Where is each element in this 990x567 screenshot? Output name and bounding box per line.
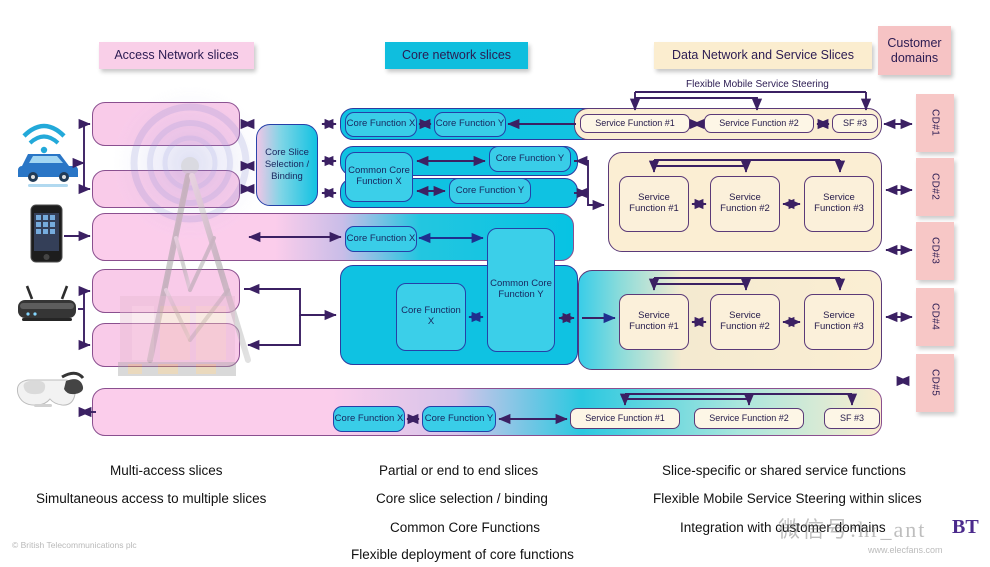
service-function-3-b: Service Function #3 [804,294,874,350]
caption-core-2-text: Core slice selection / binding [376,491,548,506]
service-function-1-bottom: Service Function #1 [570,408,680,429]
watermark-sub-text: www.elecfans.com [868,545,943,555]
router-icon [18,285,76,321]
sf2-bottom-label: Service Function #2 [709,413,789,424]
caption-core-4-text: Flexible deployment of core functions [351,547,574,562]
core-function-y-label-2: Core Function Y [495,152,565,164]
steering-text: Flexible Mobile Service Steering [686,79,829,90]
caption-core-2: Core slice selection / binding [376,491,548,506]
access-slice-row-5 [92,323,240,367]
copyright-text: © British Telecommunications plc [12,540,137,550]
core-function-x-label-4: Core Function X [334,412,404,424]
caption-core-3: Common Core Functions [390,520,540,535]
header-data-label: Data Network and Service Slices [671,48,855,63]
sf3-top-label: SF #3 [842,118,867,129]
customer-domain-1: CD#1 [916,94,954,152]
common-core-function-y-label: Common Core Function Y [490,278,552,300]
header-access-network-slices: Access Network slices [99,42,254,69]
header-access-label: Access Network slices [114,48,239,63]
sf3-b-label: Service Function #3 [814,310,864,332]
core-function-x-3: Core Function X [396,283,466,351]
caption-core-1-text: Partial or end to end slices [379,463,539,478]
caption-core-3-text: Common Core Functions [390,520,541,535]
copyright-notice: © British Telecommunications plc [12,540,137,550]
access-slice-row-2 [92,170,240,208]
caption-data-2: Flexible Mobile Service Steering within … [653,491,922,506]
sf2-a-label: Service Function #2 [720,192,770,214]
core-function-y-label-3: Core Function Y [455,184,525,196]
service-function-3-top: SF #3 [832,114,878,133]
watermark: 微信号:hr_ant [778,512,926,544]
cd2-label: CD#2 [929,173,941,201]
core-function-x-label-3: Core Function X [401,305,461,327]
vr-headset-icon [17,371,85,407]
sf1-top-label: Service Function #1 [595,118,675,129]
core-function-x-label-2: Core Function X [346,232,416,244]
common-core-function-x: Common Core Function X [345,152,413,202]
header-core-network-slices: Core network slices [385,42,528,69]
core-function-x-1: Core Function X [345,112,417,137]
common-core-function-x-label: Common Core Function X [348,165,410,187]
bt-logo-text: BT [952,516,979,538]
connected-car-icon [18,123,78,187]
service-function-3-bottom: SF #3 [824,408,880,429]
core-slice-selection-label: Core Slice Selection / Binding [264,147,310,182]
core-function-y-3: Core Function Y [449,178,531,204]
cd5-label: CD#5 [929,369,941,397]
core-function-x-4: Core Function X [333,406,405,432]
sf1-bottom-label: Service Function #1 [585,413,665,424]
caption-access-1: Multi-access slices [110,463,223,478]
core-function-y-4: Core Function Y [422,406,496,432]
customer-domain-3: CD#3 [916,222,954,280]
watermark-text: 微信号:hr_ant [778,517,927,542]
core-slice-selection-binding: Core Slice Selection / Binding [256,124,318,206]
caption-core-4: Flexible deployment of core functions [351,547,574,562]
cd4-label: CD#4 [929,303,941,331]
customer-domain-5: CD#5 [916,354,954,412]
sf2-b-label: Service Function #2 [720,310,770,332]
bt-logo: BT [952,516,979,539]
service-function-1-a: Service Function #1 [619,176,689,232]
caption-data-1-text: Slice-specific or shared service functio… [662,463,906,478]
sf1-b-label: Service Function #1 [629,310,679,332]
sf3-a-label: Service Function #3 [814,192,864,214]
core-function-y-2: Core Function Y [489,146,571,172]
service-function-3-a: Service Function #3 [804,176,874,232]
cd3-label: CD#3 [929,237,941,265]
caption-access-2-text: Simultaneous access to multiple slices [36,491,267,506]
header-customer-domains: Customer domains [878,26,951,75]
customer-domain-4: CD#4 [916,288,954,346]
core-function-x-2: Core Function X [345,226,417,252]
common-core-function-y: Common Core Function Y [487,228,555,352]
core-function-x-label: Core Function X [346,118,416,130]
sf3-bottom-label: SF #3 [839,413,864,424]
service-function-2-a: Service Function #2 [710,176,780,232]
sf2-top-label: Service Function #2 [719,118,799,129]
core-function-y-label: Core Function Y [435,118,505,130]
header-customer-label: Customer domains [887,36,942,65]
service-function-2-top: Service Function #2 [704,114,814,133]
caption-core-1: Partial or end to end slices [379,463,538,478]
header-data-network-service-slices: Data Network and Service Slices [654,42,872,69]
core-function-y-label-4: Core Function Y [424,412,494,424]
service-function-2-bottom: Service Function #2 [694,408,804,429]
watermark-sub: www.elecfans.com [868,545,943,555]
access-slice-row-4 [92,269,240,313]
flexible-mobile-service-steering-label: Flexible Mobile Service Steering [686,79,829,90]
service-function-1-b: Service Function #1 [619,294,689,350]
service-function-1-top: Service Function #1 [580,114,690,133]
sf1-a-label: Service Function #1 [629,192,679,214]
caption-access-2: Simultaneous access to multiple slices [36,491,266,506]
customer-domain-2: CD#2 [916,158,954,216]
access-slice-row-1 [92,102,240,146]
core-function-y-1: Core Function Y [434,112,506,137]
cd1-label: CD#1 [929,109,941,137]
header-core-label: Core network slices [401,48,512,63]
caption-data-1: Slice-specific or shared service functio… [662,463,906,478]
caption-data-2-text: Flexible Mobile Service Steering within … [653,491,922,506]
caption-access-1-text: Multi-access slices [110,463,223,478]
service-function-2-b: Service Function #2 [710,294,780,350]
smartphone-icon [30,204,63,263]
